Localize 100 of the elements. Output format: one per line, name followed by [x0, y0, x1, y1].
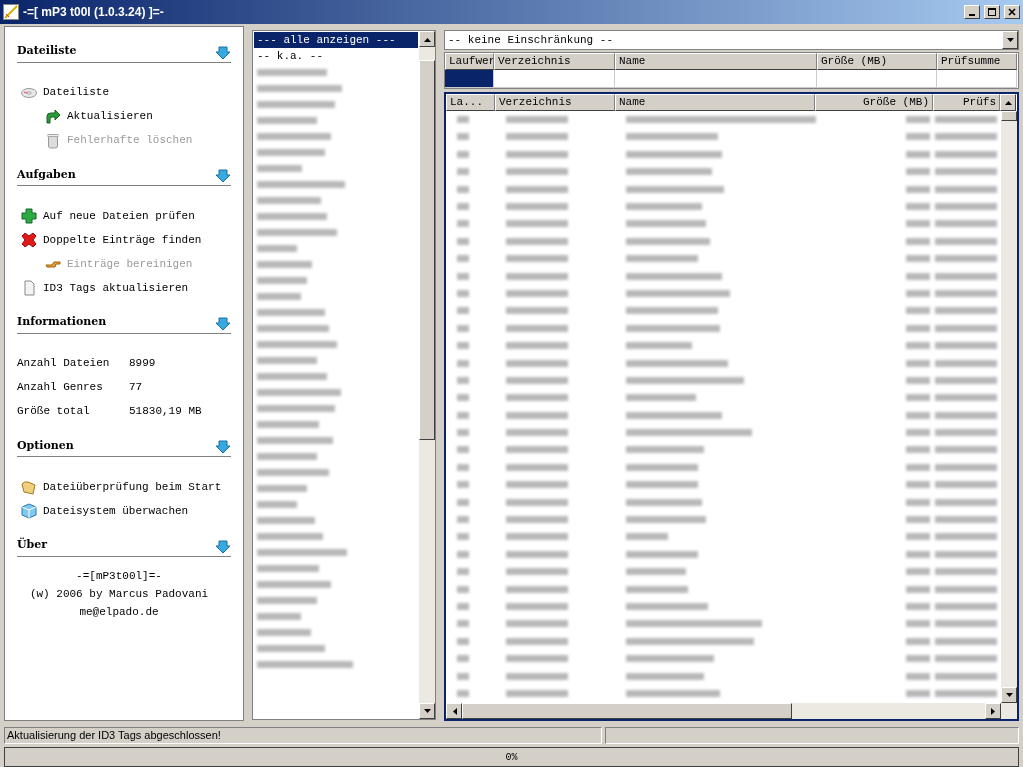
trash-icon — [45, 132, 61, 149]
blurred-text — [457, 168, 469, 176]
section-header[interactable]: Optionen — [17, 437, 231, 457]
column-header[interactable]: Name — [615, 94, 815, 111]
blurred-text — [935, 255, 998, 263]
collapse-icon[interactable] — [215, 44, 231, 60]
maximize-icon — [987, 7, 997, 17]
blurred-text — [257, 324, 329, 332]
blurred-text — [935, 342, 998, 350]
blurred-text — [906, 133, 931, 141]
dropdown-button[interactable] — [1002, 31, 1018, 49]
collapse-icon[interactable] — [215, 538, 231, 554]
task-link: Einträge bereinigen — [17, 252, 231, 276]
blurred-text — [257, 612, 301, 620]
column-header[interactable]: Größe (MB) — [815, 94, 933, 111]
blurred-text — [506, 655, 568, 663]
blurred-text — [626, 255, 698, 263]
column-header[interactable]: Prüfs — [933, 94, 1000, 111]
task-link[interactable]: Aktualisieren — [17, 104, 231, 129]
task-link[interactable]: Doppelte Einträge finden — [17, 228, 231, 252]
scroll-thumb[interactable] — [1001, 111, 1017, 121]
section-header[interactable]: Dateiliste — [17, 43, 231, 63]
scroll-right-button[interactable] — [985, 703, 1001, 719]
filter-cell[interactable] — [937, 70, 1017, 88]
blurred-text — [457, 411, 469, 419]
blurred-text — [457, 672, 469, 680]
blurred-text — [935, 568, 998, 576]
section-header[interactable]: Über — [17, 537, 231, 557]
up-arrow-icon — [1003, 99, 1013, 106]
blurred-text — [457, 185, 469, 193]
task-link[interactable]: Dateisystem überwachen — [17, 499, 231, 523]
scroll-thumb[interactable] — [462, 703, 792, 719]
collapse-icon[interactable] — [215, 315, 231, 331]
blurred-text — [626, 342, 692, 350]
blurred-text — [457, 568, 469, 576]
task-link[interactable]: Auf neue Dateien prüfen — [17, 204, 231, 228]
task-link[interactable]: ID3 Tags aktualisieren — [17, 276, 231, 300]
section-title: Optionen — [17, 437, 74, 454]
collapse-icon[interactable] — [215, 168, 231, 183]
about-text: (w) 2006 by Marcus Padovani — [28, 586, 210, 602]
blurred-text — [257, 68, 327, 76]
blurred-text — [506, 359, 568, 367]
section-title: Informationen — [17, 314, 107, 330]
scroll-up-button[interactable] — [419, 31, 435, 47]
info-label: Anzahl Genres — [17, 380, 104, 396]
filter-cell[interactable] — [494, 70, 615, 88]
blurred-text — [935, 689, 998, 697]
blurred-text — [906, 289, 931, 297]
blurred-text — [906, 255, 931, 263]
blurred-text — [257, 292, 301, 300]
blurred-text — [457, 602, 469, 610]
column-header[interactable]: Name — [615, 53, 817, 70]
blurred-text — [257, 356, 317, 364]
column-header[interactable]: Größe (MB) — [817, 53, 937, 70]
blurred-text — [906, 272, 931, 280]
filter-cell[interactable] — [445, 70, 494, 88]
section-header[interactable]: Informationen — [17, 314, 231, 334]
task-link[interactable]: Dateiliste — [17, 80, 231, 105]
column-header[interactable]: Verzeichnis — [494, 53, 615, 70]
blurred-text — [935, 394, 998, 402]
scroll-left-button[interactable] — [446, 703, 462, 719]
blurred-text — [506, 602, 568, 610]
maximize-button[interactable] — [984, 5, 1000, 19]
close-button[interactable] — [1004, 5, 1020, 19]
collapse-icon[interactable] — [215, 439, 231, 454]
list-item[interactable]: -- k.a. -- — [254, 48, 418, 64]
blurred-text — [506, 307, 568, 315]
blurred-text — [506, 342, 568, 350]
filter-cell[interactable] — [817, 70, 937, 88]
column-header[interactable]: La... — [446, 94, 495, 111]
section-header[interactable]: Aufgaben — [17, 166, 231, 186]
blurred-text — [935, 637, 998, 645]
blurred-text — [906, 342, 931, 350]
blurred-text — [935, 289, 998, 297]
blurred-text — [506, 429, 568, 437]
column-header[interactable]: Verzeichnis — [495, 94, 615, 111]
filter-dropdown[interactable]: -- keine Einschränkung -- — [444, 30, 1019, 50]
blurred-text — [906, 237, 931, 245]
blurred-text — [626, 550, 698, 558]
scroll-thumb[interactable] — [419, 60, 435, 440]
blurred-text — [506, 411, 568, 419]
minimize-button[interactable] — [964, 5, 980, 19]
filter-cell[interactable] — [615, 70, 817, 88]
list-item[interactable]: --- alle anzeigen --- — [254, 32, 418, 48]
scroll-down-button[interactable] — [419, 703, 435, 719]
blurred-text — [457, 689, 469, 697]
blurred-text — [506, 255, 568, 263]
scroll-up-button[interactable] — [1000, 94, 1016, 111]
blurred-text — [257, 468, 329, 476]
blurred-text — [506, 272, 568, 280]
task-link[interactable]: Dateiüberprüfung beim Start — [17, 475, 231, 499]
blurred-text — [906, 585, 931, 593]
caret-icon — [1005, 36, 1015, 44]
blurred-text — [457, 324, 469, 332]
scroll-down-button[interactable] — [1001, 687, 1017, 703]
down-arrow-icon — [1004, 691, 1014, 699]
blurred-text — [935, 307, 998, 315]
blurred-text — [935, 446, 998, 454]
blurred-text — [935, 185, 998, 193]
column-header[interactable]: Prüfsumme — [937, 53, 1017, 70]
